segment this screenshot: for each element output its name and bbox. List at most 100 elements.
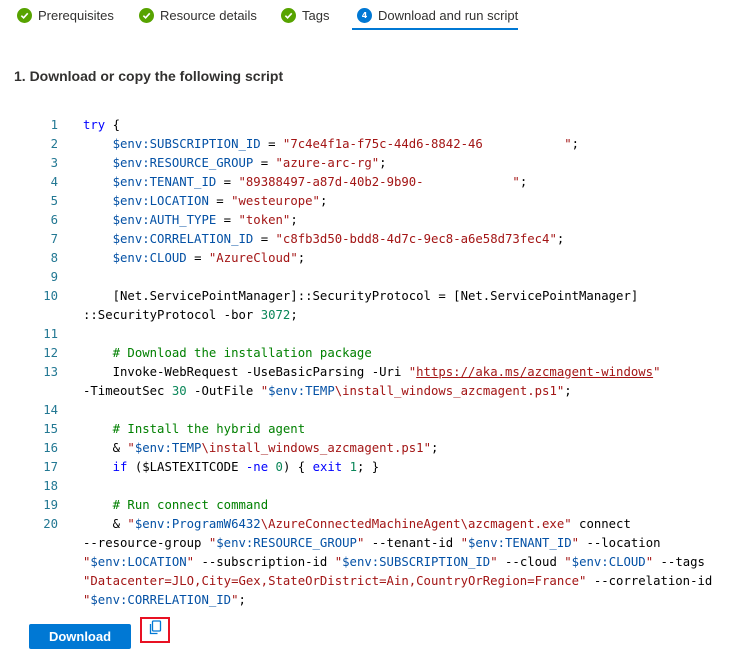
code-token: --resource-group (83, 536, 209, 550)
line-number: 6 (50, 213, 58, 227)
code-token: = (253, 232, 276, 246)
step-number-badge: 4 (357, 7, 372, 23)
code-line-20: 20 & "$env:ProgramW6432\AzureConnectedMa… (0, 515, 745, 534)
code-line-10: 10 [Net.ServicePointManager]::SecurityPr… (0, 287, 745, 306)
code-token: "Datacenter=JLO,City=Gex,StateOrDistrict… (83, 574, 587, 588)
line-text: if ($LASTEXITCODE -ne 0) { exit 1; } (83, 458, 380, 477)
line-number: 2 (50, 137, 58, 151)
line-number: 7 (50, 232, 58, 246)
code-token: & (83, 441, 128, 455)
code-token: $env:AUTH_TYPE (112, 213, 217, 227)
code-token: ; (430, 441, 439, 455)
code-token: ; (519, 175, 528, 189)
code-line-16: 16 & "$env:TEMP\install_windows_azcmagen… (0, 439, 745, 458)
line-text: $env:LOCATION = "westeurope"; (83, 192, 328, 211)
line-number: 10 (43, 289, 58, 303)
code-token: -OutFile (186, 384, 261, 398)
code-token: " (127, 441, 135, 455)
code-token: --tags (653, 555, 705, 569)
tab-resource-details[interactable]: Resource details (139, 0, 257, 30)
code-token: "azure-arc-rg" (275, 156, 380, 170)
code-token: $env:SUBSCRIPTION_ID (342, 555, 491, 569)
line-number: 5 (50, 194, 58, 208)
code-token: try (83, 118, 106, 132)
line-number: 1 (50, 118, 58, 132)
line-text: -TimeoutSec 30 -OutFile "$env:TEMP\insta… (83, 382, 572, 401)
line-text: ::SecurityProtocol -bor 3072; (83, 306, 298, 325)
script-url-link[interactable]: https://aka.ms/azcmagent-windows (416, 365, 653, 379)
line-number: 20 (43, 517, 58, 531)
code-token: ) { (282, 460, 313, 474)
code-token: --location (579, 536, 661, 550)
code-token: ; } (357, 460, 380, 474)
tab-label: Tags (302, 7, 330, 23)
code-token: ; (290, 308, 298, 322)
download-button[interactable]: Download (29, 624, 131, 649)
code-token: 1 (349, 460, 357, 474)
code-token: ; (564, 384, 572, 398)
line-number: 3 (50, 156, 58, 170)
code-line-12: 12 # Download the installation package (0, 344, 745, 363)
code-token: [Net.ServicePointManager]::SecurityProto… (83, 289, 639, 303)
line-text: & "$env:TEMP\install_windows_azcmagent.p… (83, 439, 439, 458)
code-token: ; (556, 232, 565, 246)
code-token: = (216, 175, 239, 189)
code-token: $env:RESOURCE_GROUP (216, 536, 357, 550)
code-token: = (186, 251, 209, 265)
code-line-8: 8 $env:CLOUD = "AzureCloud"; (0, 249, 745, 268)
tab-download-and-run-script[interactable]: 4 Download and run script (357, 0, 518, 30)
code-token: --cloud (497, 555, 565, 569)
code-token: " (571, 536, 580, 550)
code-token: ; (297, 251, 306, 265)
code-token: ::SecurityProtocol -bor (83, 308, 261, 322)
code-token: ; (238, 593, 246, 607)
code-line-9: 9 (0, 268, 745, 287)
code-token: exit (312, 460, 343, 474)
line-number: 17 (43, 460, 58, 474)
code-token: " (186, 555, 195, 569)
code-token: $env:TENANT_ID (112, 175, 217, 189)
line-text: $env:AUTH_TYPE = "token"; (83, 211, 298, 230)
code-token: $env:LOCATION (112, 194, 209, 208)
line-number: 18 (43, 479, 58, 493)
tab-label: Download and run script (378, 7, 519, 23)
line-text: Invoke-WebRequest -UseBasicParsing -Uri … (83, 363, 661, 382)
line-text: "$env:LOCATION" --subscription-id "$env:… (83, 553, 705, 572)
code-token: = (216, 213, 239, 227)
code-line-11: 11 (0, 325, 745, 344)
code-token: -TimeoutSec (83, 384, 172, 398)
code-token: -ne (245, 460, 269, 474)
line-text: $env:RESOURCE_GROUP = "azure-arc-rg"; (83, 154, 387, 173)
line-number: 19 (43, 498, 58, 512)
code-token: ; (571, 137, 580, 151)
code-line-continuation: "Datacenter=JLO,City=Gex,StateOrDistrict… (0, 572, 745, 591)
code-token: $env:LOCATION (90, 555, 187, 569)
script-code-block[interactable]: 1 try {2 $env:SUBSCRIPTION_ID = "7c4e4f1a… (0, 116, 745, 613)
tab-tags[interactable]: Tags (281, 0, 329, 30)
code-line-5: 5 $env:LOCATION = "westeurope"; (0, 192, 745, 211)
tab-prerequisites[interactable]: Prerequisites (17, 0, 114, 30)
copy-button[interactable] (140, 617, 170, 643)
code-token: \AzureConnectedMachineAgent\azcmagent.ex… (260, 517, 572, 531)
code-line-continuation: --resource-group " $env:RESOURCE_GROUP " -… (0, 534, 745, 553)
line-text: $env:SUBSCRIPTION_ID = "7c4e4f1a-f75c-44… (83, 135, 579, 154)
line-text: & "$env:ProgramW6432\AzureConnectedMachi… (83, 515, 631, 534)
line-text: [Net.ServicePointManager]::SecurityProto… (83, 287, 639, 306)
code-token: " (260, 384, 269, 398)
line-number: 13 (43, 365, 58, 379)
line-text: # Run connect command (83, 496, 268, 515)
code-token: $env:CORRELATION_ID (112, 232, 254, 246)
wizard-tabs: Prerequisites Resource details Tags 4 Do… (0, 0, 745, 32)
code-line-continuation: ::SecurityProtocol -bor 3072; (0, 306, 745, 325)
code-line-18: 18 (0, 477, 745, 496)
line-number: 4 (50, 175, 58, 189)
code-token: "westeurope" (231, 194, 320, 208)
code-token: $env:CLOUD (112, 251, 187, 265)
code-token: { (105, 118, 121, 132)
code-token: --tenant-id (364, 536, 461, 550)
